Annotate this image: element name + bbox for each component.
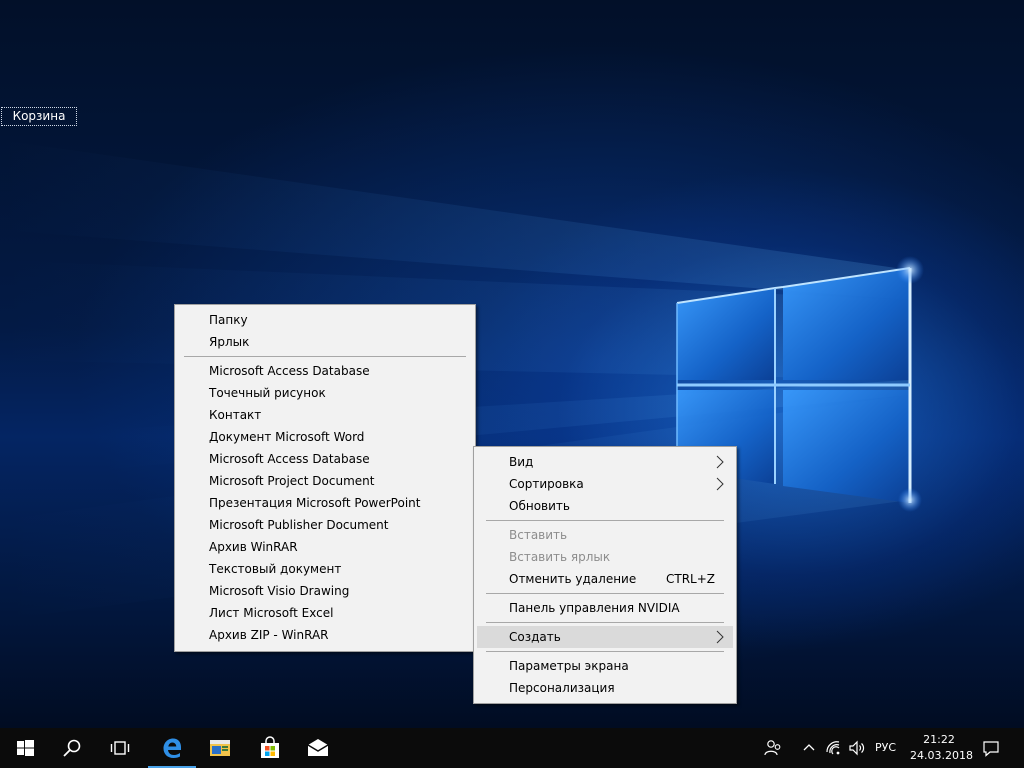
nvidia-control-panel-item[interactable]: Панель управления NVIDIA bbox=[477, 597, 733, 619]
create-excel-sheet-item[interactable]: Лист Microsoft Excel bbox=[175, 602, 475, 624]
create-contact-item[interactable]: Контакт bbox=[175, 404, 475, 426]
task-view-icon bbox=[110, 741, 130, 755]
menu-separator bbox=[486, 622, 724, 623]
menu-separator bbox=[184, 356, 466, 357]
undo-delete-label: Отменить удаление bbox=[509, 572, 637, 586]
edge-button[interactable] bbox=[148, 728, 196, 768]
chevron-right-icon bbox=[716, 477, 724, 491]
refresh-item[interactable]: Обновить bbox=[477, 495, 733, 517]
sort-item[interactable]: Сортировка bbox=[477, 473, 733, 495]
create-zip-archive-item[interactable]: Архив ZIP - WinRAR bbox=[175, 624, 475, 646]
paste-item: Вставить bbox=[509, 528, 568, 542]
file-explorer-icon bbox=[210, 740, 230, 756]
taskbar: РУС 21:22 24.03.2018 bbox=[0, 728, 1024, 768]
create-winrar-archive-item[interactable]: Архив WinRAR bbox=[175, 536, 475, 558]
menu-separator bbox=[486, 593, 724, 594]
clock-date[interactable]: 24.03.2018 bbox=[910, 749, 973, 762]
create-project-document-item[interactable]: Microsoft Project Document bbox=[175, 470, 475, 492]
display-settings-item[interactable]: Параметры экрана bbox=[477, 655, 733, 677]
mail-icon bbox=[307, 739, 329, 756]
undo-delete-item[interactable]: Отменить удаление CTRL+Z bbox=[477, 568, 733, 590]
volume-icon[interactable] bbox=[847, 738, 867, 758]
chevron-up-icon[interactable] bbox=[799, 738, 819, 758]
create-text-document-item[interactable]: Текстовый документ bbox=[175, 558, 475, 580]
start-button[interactable] bbox=[0, 728, 48, 768]
start-icon bbox=[17, 740, 34, 756]
people-icon[interactable] bbox=[763, 738, 783, 758]
sort-item-label: Сортировка bbox=[509, 477, 584, 491]
chevron-right-icon bbox=[716, 455, 724, 469]
view-item[interactable]: Вид bbox=[477, 451, 733, 473]
create-item-label: Создать bbox=[509, 630, 561, 644]
undo-delete-shortcut: CTRL+Z bbox=[665, 572, 715, 586]
menu-separator bbox=[486, 651, 724, 652]
store-icon bbox=[261, 736, 279, 758]
create-submenu: Папку Ярлык Microsoft Access Database То… bbox=[174, 304, 476, 652]
create-folder-item[interactable]: Папку bbox=[175, 309, 475, 331]
mail-button[interactable] bbox=[294, 728, 342, 768]
task-view-button[interactable] bbox=[96, 728, 144, 768]
chevron-right-icon bbox=[716, 630, 724, 644]
menu-separator bbox=[486, 520, 724, 521]
recycle-bin-icon-label[interactable]: Корзина bbox=[1, 107, 77, 126]
edge-icon bbox=[163, 738, 181, 758]
paste-shortcut-item: Вставить ярлык bbox=[509, 550, 611, 564]
store-button[interactable] bbox=[246, 728, 294, 768]
create-publisher-item[interactable]: Microsoft Publisher Document bbox=[175, 514, 475, 536]
search-button[interactable] bbox=[48, 728, 96, 768]
input-language-indicator[interactable]: РУС bbox=[875, 741, 896, 754]
create-visio-drawing-item[interactable]: Microsoft Visio Drawing bbox=[175, 580, 475, 602]
clock-time[interactable]: 21:22 bbox=[910, 733, 968, 746]
notification-center-icon[interactable] bbox=[981, 738, 1001, 758]
personalize-item[interactable]: Персонализация bbox=[477, 677, 733, 699]
view-item-label: Вид bbox=[509, 455, 534, 469]
create-access-database-item[interactable]: Microsoft Access Database bbox=[175, 360, 475, 382]
search-icon bbox=[63, 739, 81, 757]
create-powerpoint-item[interactable]: Презентация Microsoft PowerPoint bbox=[175, 492, 475, 514]
file-explorer-button[interactable] bbox=[196, 728, 244, 768]
desktop-context-menu: Вид Сортировка Обновить Вставить Вставит… bbox=[473, 446, 737, 704]
create-item[interactable]: Создать bbox=[477, 626, 733, 648]
create-word-document-item[interactable]: Документ Microsoft Word bbox=[175, 426, 475, 448]
wifi-icon[interactable] bbox=[824, 738, 844, 758]
create-bitmap-item[interactable]: Точечный рисунок bbox=[175, 382, 475, 404]
create-access-database-item-2[interactable]: Microsoft Access Database bbox=[175, 448, 475, 470]
create-shortcut-item[interactable]: Ярлык bbox=[175, 331, 475, 353]
